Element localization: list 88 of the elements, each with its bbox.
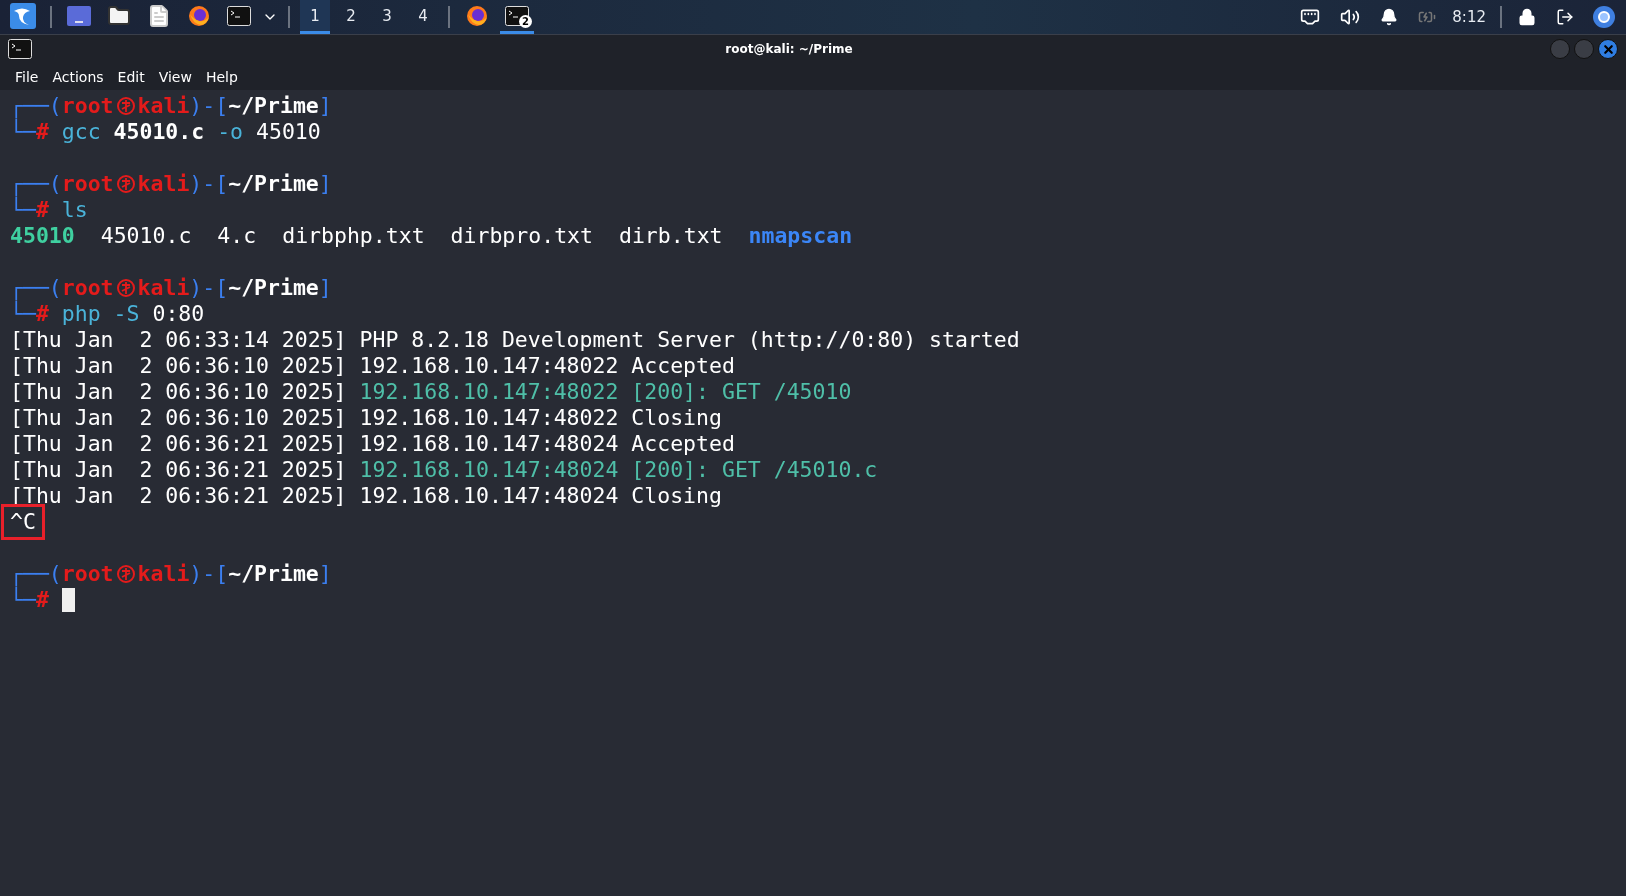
menu-item[interactable]: Actions xyxy=(52,68,104,85)
circled-symbol-icon xyxy=(115,564,136,584)
close-icon xyxy=(1601,42,1615,56)
prompt-host: kali xyxy=(137,171,190,197)
prompt-frame: └─ xyxy=(10,301,36,327)
circled-symbol-icon xyxy=(115,96,136,116)
fox-browser-icon[interactable] xyxy=(465,3,489,28)
prompt-user: root xyxy=(61,561,114,587)
file-name: 45010.c xyxy=(100,223,192,249)
prompt-path: ~/Prime xyxy=(228,275,319,301)
prompt-frame: ┌──( xyxy=(10,171,62,197)
file-name: nmapscan xyxy=(748,223,853,249)
command-word: 45010 xyxy=(256,119,321,145)
workspace-tab[interactable]: 4 xyxy=(408,0,438,34)
log-line: [Thu Jan 2 06:36:21 2025] 192.168.10.147:48024 [200]: GET /45010.c xyxy=(10,457,878,483)
logout-icon[interactable] xyxy=(1556,8,1574,26)
prompt-frame: └─ xyxy=(10,197,36,223)
prompt-symbol: # xyxy=(35,587,49,613)
browser-icon[interactable] xyxy=(1592,5,1616,29)
file-name: dirb.txt xyxy=(618,223,723,249)
notification-icon[interactable] xyxy=(1380,8,1399,26)
window-title: root@kali: ~/Prime xyxy=(724,42,854,56)
command-word: 45010.c xyxy=(113,119,205,145)
document-icon[interactable] xyxy=(147,3,171,28)
menu-item[interactable]: File xyxy=(15,68,39,85)
command-word: ls xyxy=(61,197,88,223)
prompt-frame: )-[ xyxy=(189,171,229,197)
prompt-host: kali xyxy=(137,561,190,587)
workspace-tab[interactable]: 1 xyxy=(300,0,330,34)
close-button[interactable] xyxy=(1598,39,1618,59)
prompt-frame: ┌──( xyxy=(10,275,62,301)
prompt-frame: ┌──( xyxy=(10,93,62,119)
workspace-tab[interactable]: 2 xyxy=(336,0,366,34)
prompt-frame: ] xyxy=(318,561,332,587)
prompt-symbol: # xyxy=(35,301,49,327)
prompt-path: ~/Prime xyxy=(228,171,319,197)
file-name: dirbpro.txt xyxy=(450,223,593,249)
prompt-user: root xyxy=(61,275,114,301)
prompt-symbol: # xyxy=(35,119,49,145)
prompt-symbol: # xyxy=(35,197,49,223)
prompt-path: ~/Prime xyxy=(228,93,319,119)
menu-item[interactable]: View xyxy=(158,68,192,85)
command-word: 0:80 xyxy=(152,301,205,327)
lock-icon[interactable] xyxy=(1518,8,1536,26)
prompt-frame: )-[ xyxy=(189,93,229,119)
network-icon[interactable] xyxy=(1300,7,1321,27)
prompt-host: kali xyxy=(137,275,190,301)
log-line: [Thu Jan 2 06:33:14 2025] PHP 8.2.18 Development Server (http://0:80) started xyxy=(10,327,1020,353)
menu-item[interactable]: Help xyxy=(205,68,238,85)
log-line: [Thu Jan 2 06:36:10 2025] 192.168.10.147:48022 Closing xyxy=(10,405,722,431)
terminal-icon[interactable] xyxy=(505,5,529,26)
prompt-frame: └─ xyxy=(10,119,36,145)
prompt-frame: ] xyxy=(318,275,332,301)
command-word: -S xyxy=(113,301,140,327)
log-line: [Thu Jan 2 06:36:21 2025] 192.168.10.147:48024 Closing xyxy=(10,483,722,509)
desktop-icon[interactable] xyxy=(67,5,91,26)
fox-browser-icon[interactable] xyxy=(187,3,211,28)
prompt-frame: ] xyxy=(318,93,332,119)
file-name: dirbphp.txt xyxy=(282,223,425,249)
log-line: [Thu Jan 2 06:36:21 2025] 192.168.10.147:48024 Accepted xyxy=(10,431,735,457)
terminal-icon[interactable] xyxy=(8,39,32,59)
log-line: [Thu Jan 2 06:36:10 2025] 192.168.10.147:48022 [200]: GET /45010 xyxy=(10,379,852,405)
prompt-host: kali xyxy=(137,93,190,119)
terminal-icon[interactable] xyxy=(227,5,251,26)
dragon-logo-icon[interactable] xyxy=(10,2,36,29)
command-word: gcc xyxy=(61,119,101,145)
prompt-frame: )-[ xyxy=(189,275,229,301)
prompt-user: root xyxy=(61,171,114,197)
file-name: 4.c xyxy=(217,223,257,249)
prompt-frame: ┌──( xyxy=(10,561,62,587)
circled-symbol-icon xyxy=(115,278,136,298)
folder-icon[interactable] xyxy=(107,3,131,28)
interrupt-text: ^C xyxy=(4,507,42,537)
prompt-frame: ] xyxy=(318,171,332,197)
prompt-user: root xyxy=(61,93,114,119)
command-word: php xyxy=(61,301,101,327)
file-name: 45010 xyxy=(10,223,75,249)
volume-icon[interactable] xyxy=(1340,7,1361,27)
circled-symbol-icon xyxy=(115,174,136,194)
clock[interactable]: 8:12 xyxy=(1452,8,1486,26)
prompt-path: ~/Prime xyxy=(228,561,319,587)
prompt-frame: )-[ xyxy=(189,561,229,587)
workspace-tab[interactable]: 3 xyxy=(372,0,402,34)
menu-item[interactable]: Edit xyxy=(117,68,145,85)
log-line: [Thu Jan 2 06:36:10 2025] 192.168.10.147:48022 Accepted xyxy=(10,353,735,379)
prompt-frame: └─ xyxy=(10,587,36,613)
window-count-badge: 2 xyxy=(519,15,532,28)
command-word: -o xyxy=(217,119,244,145)
